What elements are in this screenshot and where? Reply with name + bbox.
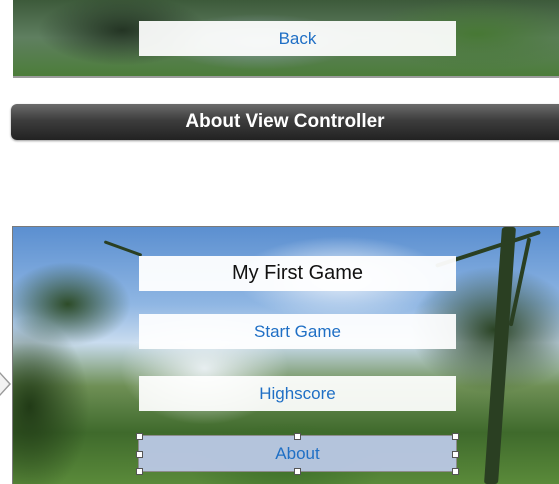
segue-arrow-icon[interactable] [0,372,11,396]
about-scene-view: Back [13,0,559,78]
scene-dock-title: About View Controller [185,111,385,132]
highscore-button[interactable]: Highscore [139,376,456,411]
start-game-button[interactable]: Start Game [139,314,456,349]
tree-branch-icon [103,240,143,257]
resize-handle-icon[interactable] [294,468,301,475]
back-button[interactable]: Back [139,21,456,56]
resize-handle-icon[interactable] [294,433,301,440]
tree-trunk-icon [484,227,516,484]
scene-dock-bar[interactable]: About View Controller [11,104,559,140]
game-title-label: My First Game [139,256,456,291]
resize-handle-icon[interactable] [452,468,459,475]
resize-handle-icon[interactable] [136,451,143,458]
resize-handle-icon[interactable] [136,468,143,475]
resize-handle-icon[interactable] [452,451,459,458]
resize-handle-icon[interactable] [452,433,459,440]
resize-handle-icon[interactable] [136,433,143,440]
about-button[interactable]: About [138,435,457,472]
